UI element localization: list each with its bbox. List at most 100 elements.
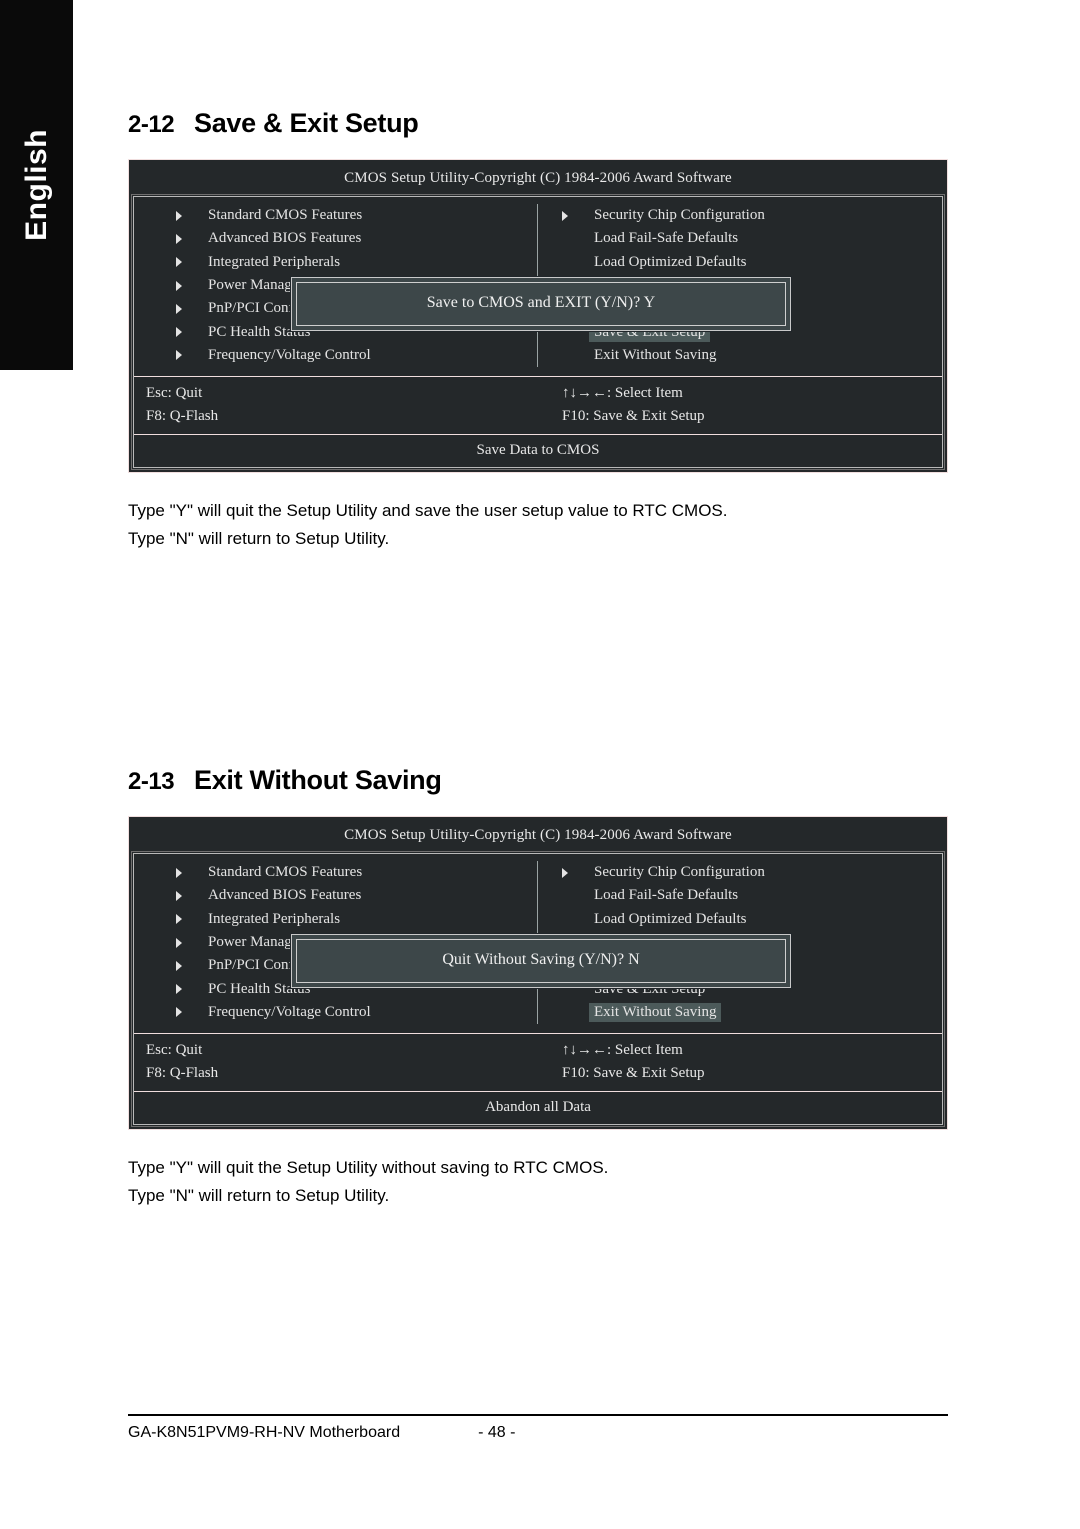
bios-menu-item[interactable]: Load Fail-Safe Defaults bbox=[562, 227, 942, 250]
bios-title-bar: CMOS Setup Utility-Copyright (C) 1984-20… bbox=[344, 170, 732, 186]
bios-key-hint: F8: Q-Flash bbox=[146, 408, 219, 425]
triangle-right-icon bbox=[176, 984, 182, 995]
bios-key-legend-left: Esc: Quit F8: Q-Flash bbox=[134, 1039, 538, 1085]
section-exit-without-saving: 2-13 Exit Without Saving CMOS Setup Util… bbox=[128, 765, 948, 1210]
bios-menu-item-label: Integrated Peripherals bbox=[208, 910, 341, 927]
bios-title-bar: CMOS Setup Utility-Copyright (C) 1984-20… bbox=[344, 827, 732, 843]
description-paragraph: Type "Y" will quit the Setup Utility wit… bbox=[128, 1154, 948, 1210]
bios-menu-item[interactable]: Integrated Peripherals bbox=[176, 251, 537, 274]
bios-menu-item-selected[interactable]: Exit Without Saving bbox=[562, 1001, 942, 1024]
bios-key-hint: F8: Q-Flash bbox=[146, 1065, 219, 1082]
bios-key-hint: F10: Save & Exit Setup bbox=[562, 408, 705, 425]
bios-menu-item-label: Standard CMOS Features bbox=[208, 864, 363, 881]
triangle-right-icon bbox=[176, 867, 182, 878]
bios-menu-item-label: Security Chip Configuration bbox=[594, 207, 765, 224]
description-line: Type "Y" will quit the Setup Utility wit… bbox=[128, 1158, 609, 1178]
bios-menu-item-label: Exit Without Saving bbox=[594, 346, 717, 363]
bios-menu-item[interactable]: Advanced BIOS Features bbox=[176, 884, 537, 907]
confirm-dialog-quit[interactable]: Quit Without Saving (Y/N)? N bbox=[290, 933, 792, 989]
confirm-dialog-save-exit[interactable]: Save to CMOS and EXIT (Y/N)? Y bbox=[290, 276, 792, 332]
bios-key-hint: ↑↓→←: Select Item bbox=[562, 1042, 683, 1059]
bios-menu-item[interactable]: Security Chip Configuration bbox=[562, 204, 942, 227]
bios-key-legend-right: ↑↓→←: Select Item F10: Save & Exit Setup bbox=[538, 1039, 942, 1085]
bios-menu-item[interactable]: Standard CMOS Features bbox=[176, 204, 537, 227]
bios-frame: Standard CMOS Features Advanced BIOS Fea… bbox=[131, 193, 945, 471]
triangle-right-icon bbox=[176, 303, 182, 314]
language-tab-label: English bbox=[19, 129, 53, 241]
bios-menu-item[interactable]: Standard CMOS Features bbox=[176, 861, 537, 884]
triangle-right-icon bbox=[176, 890, 182, 901]
description-line: Type "N" will return to Setup Utility. bbox=[128, 1186, 390, 1206]
triangle-placeholder-icon bbox=[562, 257, 568, 267]
bios-menu-item-label: Load Optimized Defaults bbox=[594, 253, 747, 270]
bios-menu-item-label: Standard CMOS Features bbox=[208, 207, 363, 224]
bios-status-bar: Abandon all Data bbox=[485, 1099, 591, 1116]
bios-menu-item-label: Load Optimized Defaults bbox=[594, 910, 747, 927]
triangle-right-icon bbox=[176, 257, 182, 268]
bios-menu-item-label: Frequency/Voltage Control bbox=[208, 1003, 371, 1020]
bios-frame: Standard CMOS Features Advanced BIOS Fea… bbox=[131, 850, 945, 1128]
page-title: Exit Without Saving bbox=[194, 765, 442, 795]
bios-key-legend: Esc: Quit F8: Q-Flash ↑↓→←: Select Item … bbox=[134, 377, 942, 436]
bios-screenshot-exit-without-saving: CMOS Setup Utility-Copyright (C) 1984-20… bbox=[128, 816, 948, 1131]
bios-key-hint: Esc: Quit bbox=[146, 385, 203, 402]
bios-status-bar: Save Data to CMOS bbox=[476, 442, 600, 459]
bios-menu-item[interactable]: Frequency/Voltage Control bbox=[176, 344, 537, 367]
section-heading-2-13: 2-13 Exit Without Saving bbox=[128, 765, 948, 796]
triangle-right-icon bbox=[176, 914, 182, 925]
triangle-right-icon bbox=[176, 280, 182, 291]
triangle-right-icon bbox=[176, 233, 182, 244]
triangle-placeholder-icon bbox=[562, 914, 568, 924]
triangle-right-icon bbox=[176, 350, 182, 361]
triangle-right-icon bbox=[176, 327, 182, 338]
triangle-placeholder-icon bbox=[562, 234, 568, 244]
bios-menu-item-label: Exit Without Saving bbox=[589, 1002, 722, 1022]
bios-menu-item-label: Security Chip Configuration bbox=[594, 864, 765, 881]
description-line: Type "Y" will quit the Setup Utility and… bbox=[128, 501, 728, 521]
bios-screenshot-save-exit: CMOS Setup Utility-Copyright (C) 1984-20… bbox=[128, 159, 948, 474]
triangle-placeholder-icon bbox=[562, 1007, 568, 1017]
triangle-right-icon bbox=[176, 1007, 182, 1018]
bios-menu-item-label: Load Fail-Safe Defaults bbox=[594, 230, 739, 247]
page-footer: GA-K8N51PVM9-RH-NV Motherboard - 48 - bbox=[128, 1414, 948, 1442]
bios-menu-item[interactable]: Integrated Peripherals bbox=[176, 908, 537, 931]
bios-menu-item[interactable]: Load Optimized Defaults bbox=[562, 908, 942, 931]
bios-menu-item[interactable]: Advanced BIOS Features bbox=[176, 227, 537, 250]
triangle-right-icon bbox=[176, 937, 182, 948]
bios-key-hint: ↑↓→←: Select Item bbox=[562, 385, 683, 402]
bios-menu-item-label: Frequency/Voltage Control bbox=[208, 346, 371, 363]
bios-menu-item[interactable]: Frequency/Voltage Control bbox=[176, 1001, 537, 1024]
bios-key-hint: Esc: Quit bbox=[146, 1042, 203, 1059]
section-number: 2-12 bbox=[128, 111, 175, 138]
page-title: Save & Exit Setup bbox=[194, 108, 419, 138]
description-paragraph: Type "Y" will quit the Setup Utility and… bbox=[128, 497, 948, 553]
triangle-right-icon bbox=[562, 210, 568, 221]
footer-product-name: GA-K8N51PVM9-RH-NV Motherboard bbox=[128, 1424, 401, 1441]
triangle-placeholder-icon bbox=[562, 350, 568, 360]
section-heading-2-12: 2-12 Save & Exit Setup bbox=[128, 108, 948, 139]
section-number: 2-13 bbox=[128, 768, 175, 795]
bios-menu-item-label: Advanced BIOS Features bbox=[208, 230, 362, 247]
language-tab: English bbox=[0, 0, 73, 370]
footer-page-number: - 48 - bbox=[478, 1424, 516, 1441]
description-line: Type "N" will return to Setup Utility. bbox=[128, 529, 390, 549]
bios-menu-item[interactable]: Exit Without Saving bbox=[562, 344, 942, 367]
bios-menu-item[interactable]: Security Chip Configuration bbox=[562, 861, 942, 884]
confirm-dialog-message: Quit Without Saving (Y/N)? N bbox=[296, 939, 786, 983]
page-content: 2-12 Save & Exit Setup CMOS Setup Utilit… bbox=[128, 0, 956, 1529]
triangle-right-icon bbox=[176, 960, 182, 971]
triangle-placeholder-icon bbox=[562, 891, 568, 901]
bios-menu-item-label: Integrated Peripherals bbox=[208, 253, 341, 270]
bios-key-legend-right: ↑↓→←: Select Item F10: Save & Exit Setup bbox=[538, 382, 942, 428]
bios-menu-item-label: Load Fail-Safe Defaults bbox=[594, 887, 739, 904]
section-save-exit-setup: 2-12 Save & Exit Setup CMOS Setup Utilit… bbox=[128, 108, 948, 553]
triangle-right-icon bbox=[562, 867, 568, 878]
bios-menu-item[interactable]: Load Fail-Safe Defaults bbox=[562, 884, 942, 907]
bios-key-hint: F10: Save & Exit Setup bbox=[562, 1065, 705, 1082]
triangle-right-icon bbox=[176, 210, 182, 221]
confirm-dialog-message: Save to CMOS and EXIT (Y/N)? Y bbox=[296, 282, 786, 326]
bios-key-legend: Esc: Quit F8: Q-Flash ↑↓→←: Select Item … bbox=[134, 1034, 942, 1093]
bios-key-legend-left: Esc: Quit F8: Q-Flash bbox=[134, 382, 538, 428]
bios-menu-item-label: Advanced BIOS Features bbox=[208, 887, 362, 904]
bios-menu-item[interactable]: Load Optimized Defaults bbox=[562, 251, 942, 274]
